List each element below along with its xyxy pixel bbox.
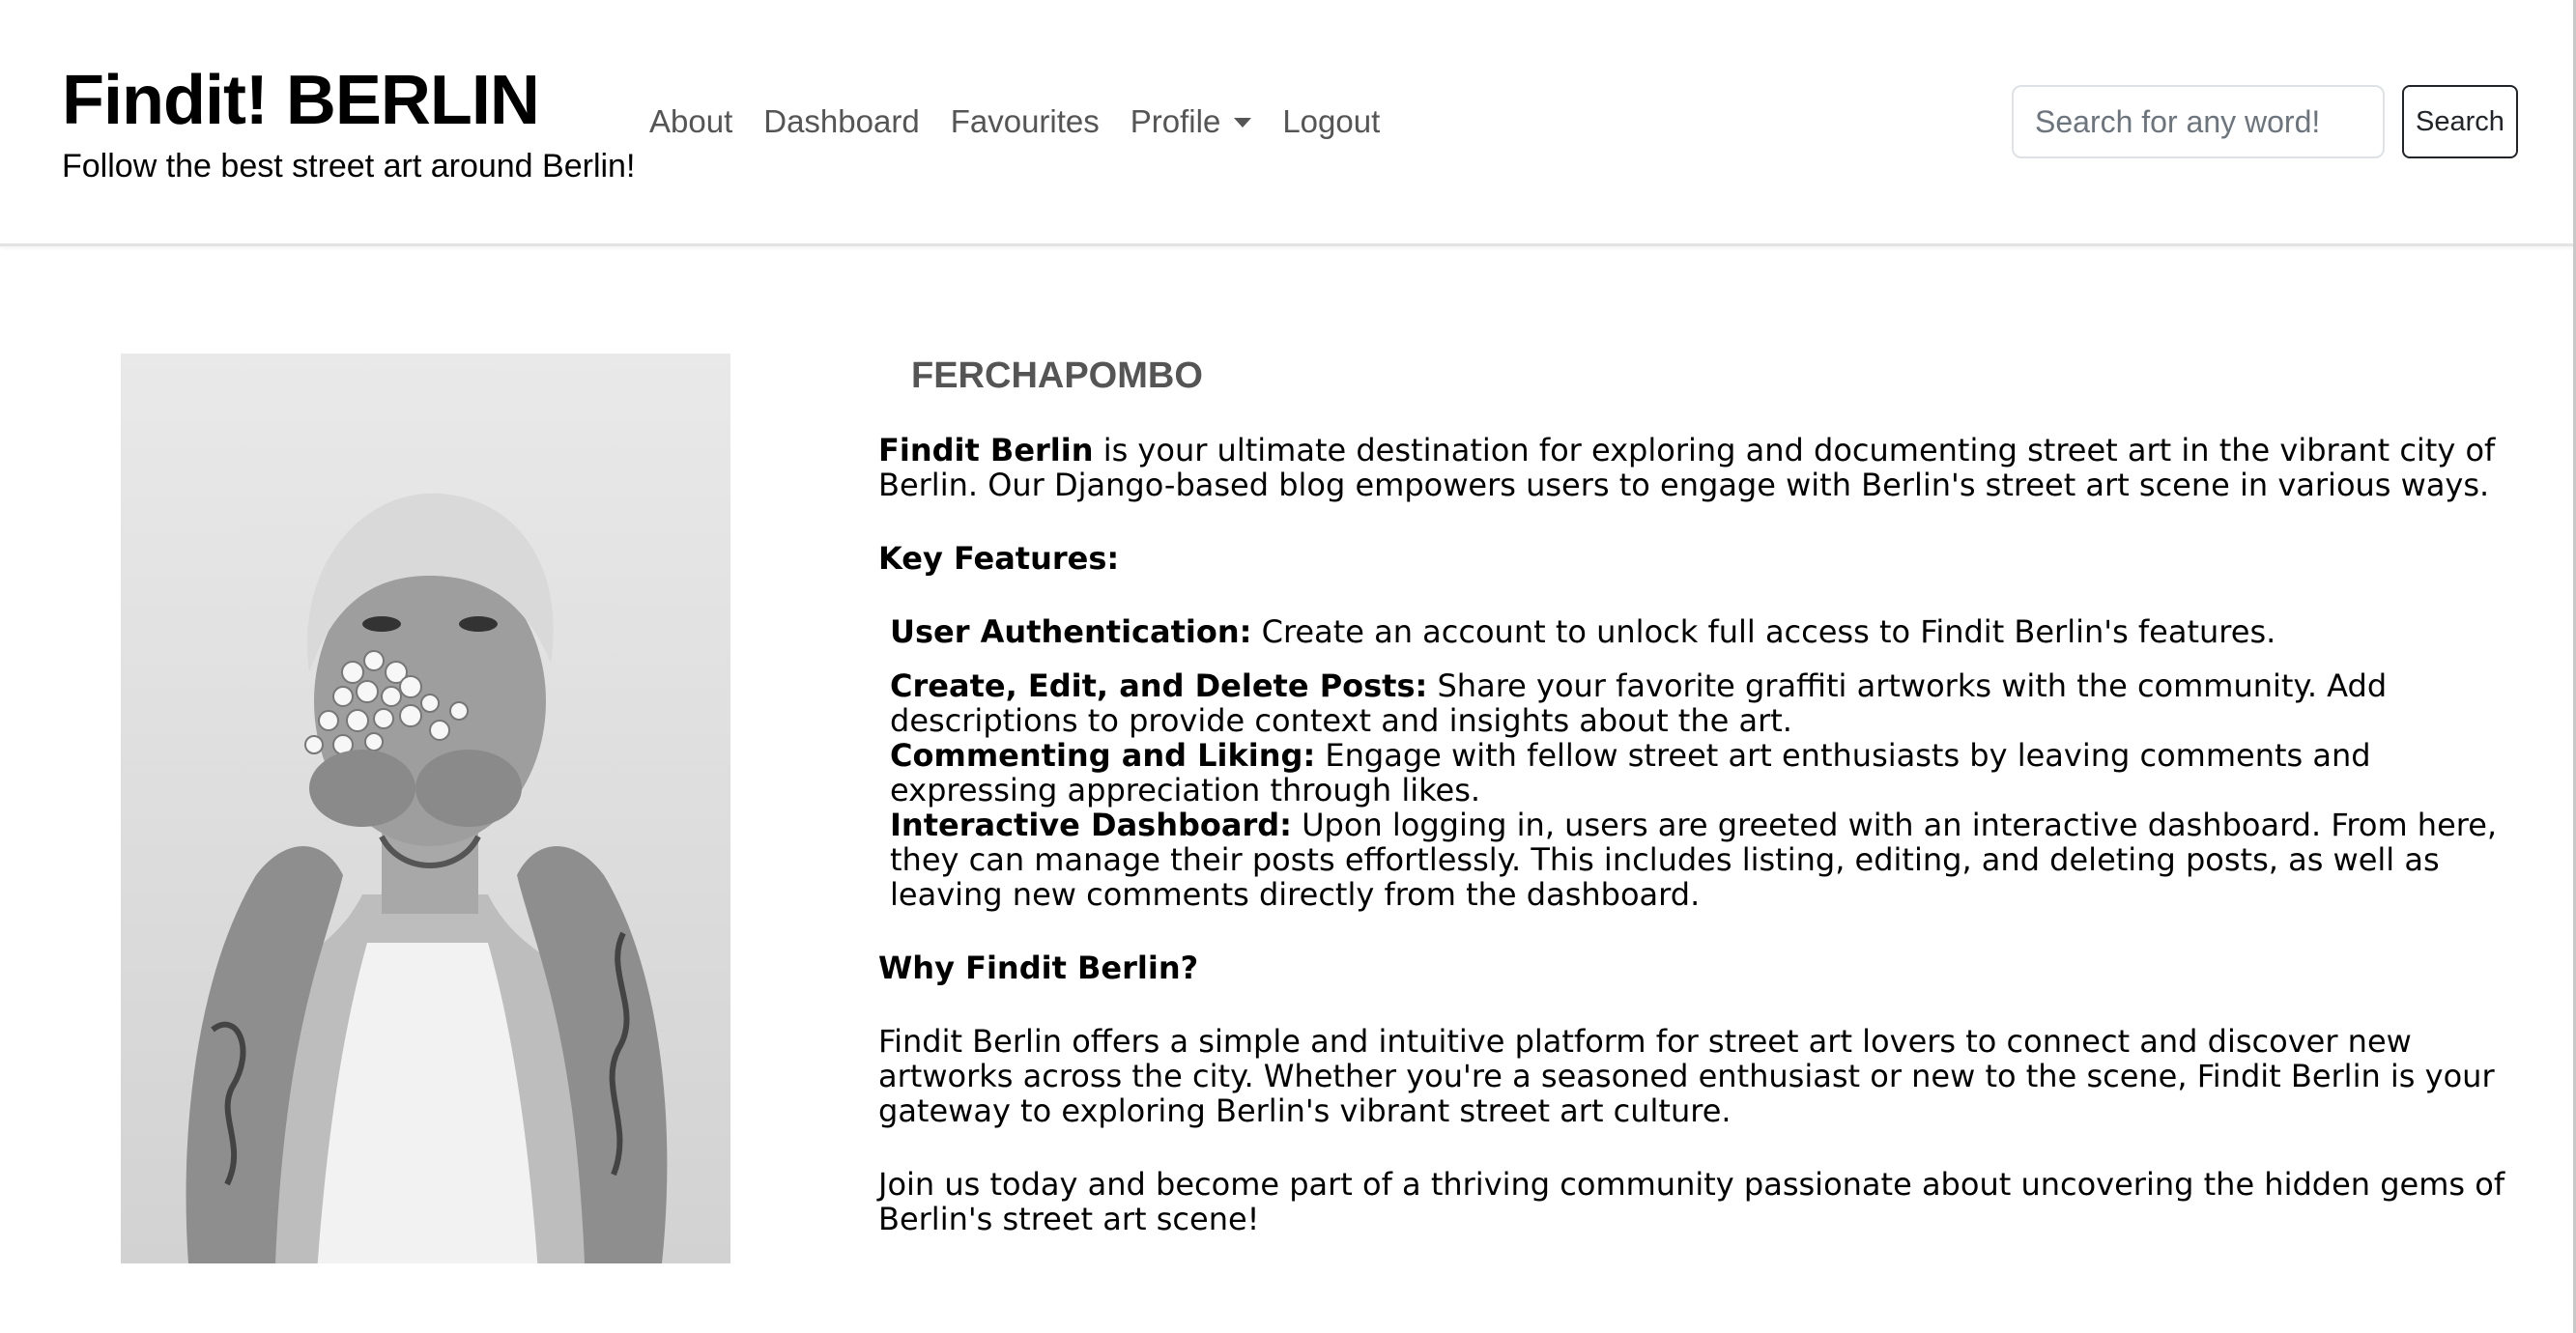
profile-photo <box>121 354 730 1263</box>
feature-item: Interactive Dashboard: Upon logging in, … <box>890 808 2536 912</box>
nav-dropdown-profile[interactable]: Profile <box>1131 103 1252 140</box>
feature-list: User Authentication: Create an account t… <box>878 614 2536 912</box>
intro-brand-name: Findit Berlin <box>878 432 1094 468</box>
intro-text: is your ultimate destination for explori… <box>878 432 2496 503</box>
brand-title[interactable]: Findit! BERLIN <box>62 56 635 145</box>
feature-name: Create, Edit, and Delete Posts: <box>890 667 1428 704</box>
brand-tagline: Follow the best street art around Berlin… <box>62 148 636 184</box>
why-heading: Why Findit Berlin? <box>878 950 1199 986</box>
key-features-heading: Key Features: <box>878 540 1120 577</box>
profile-content: FERCHAPOMBO Findit Berlin is your ultima… <box>878 350 2536 1236</box>
nav-dropdown-profile-label: Profile <box>1130 103 1221 139</box>
feature-item: User Authentication: Create an account t… <box>890 614 2536 649</box>
caret-down-icon <box>1234 118 1252 128</box>
nav-links: About Dashboard Favourites Profile Logou… <box>649 97 1411 147</box>
search-button[interactable]: Search <box>2402 85 2518 158</box>
feature-item: Commenting and Liking: Engage with fello… <box>890 738 2536 808</box>
nav-link-logout[interactable]: Logout <box>1282 103 1380 140</box>
nav-link-about[interactable]: About <box>649 103 732 140</box>
feature-name: User Authentication: <box>890 613 1252 650</box>
join-paragraph: Join us today and become part of a thriv… <box>878 1166 2505 1237</box>
nav-link-dashboard[interactable]: Dashboard <box>763 103 919 140</box>
search-input[interactable] <box>2012 85 2385 158</box>
intro-paragraph: Findit Berlin is your ultimate destinati… <box>878 433 2536 502</box>
feature-name: Interactive Dashboard: <box>890 807 1292 843</box>
why-paragraph: Findit Berlin offers a simple and intuit… <box>878 1023 2495 1129</box>
nav-link-favourites[interactable]: Favourites <box>951 103 1100 140</box>
feature-description: Create an account to unlock full access … <box>1251 613 2276 650</box>
feature-name: Commenting and Liking: <box>890 737 1316 774</box>
profile-username: FERCHAPOMBO <box>911 355 1203 396</box>
feature-item: Create, Edit, and Delete Posts: Share yo… <box>890 668 2536 738</box>
brand[interactable]: Findit! BERLIN Follow the best street ar… <box>62 56 635 187</box>
profile-photo-illustration <box>121 354 730 1263</box>
search-form: Search <box>2012 85 2518 158</box>
navbar: Findit! BERLIN Follow the best street ar… <box>0 0 2576 246</box>
